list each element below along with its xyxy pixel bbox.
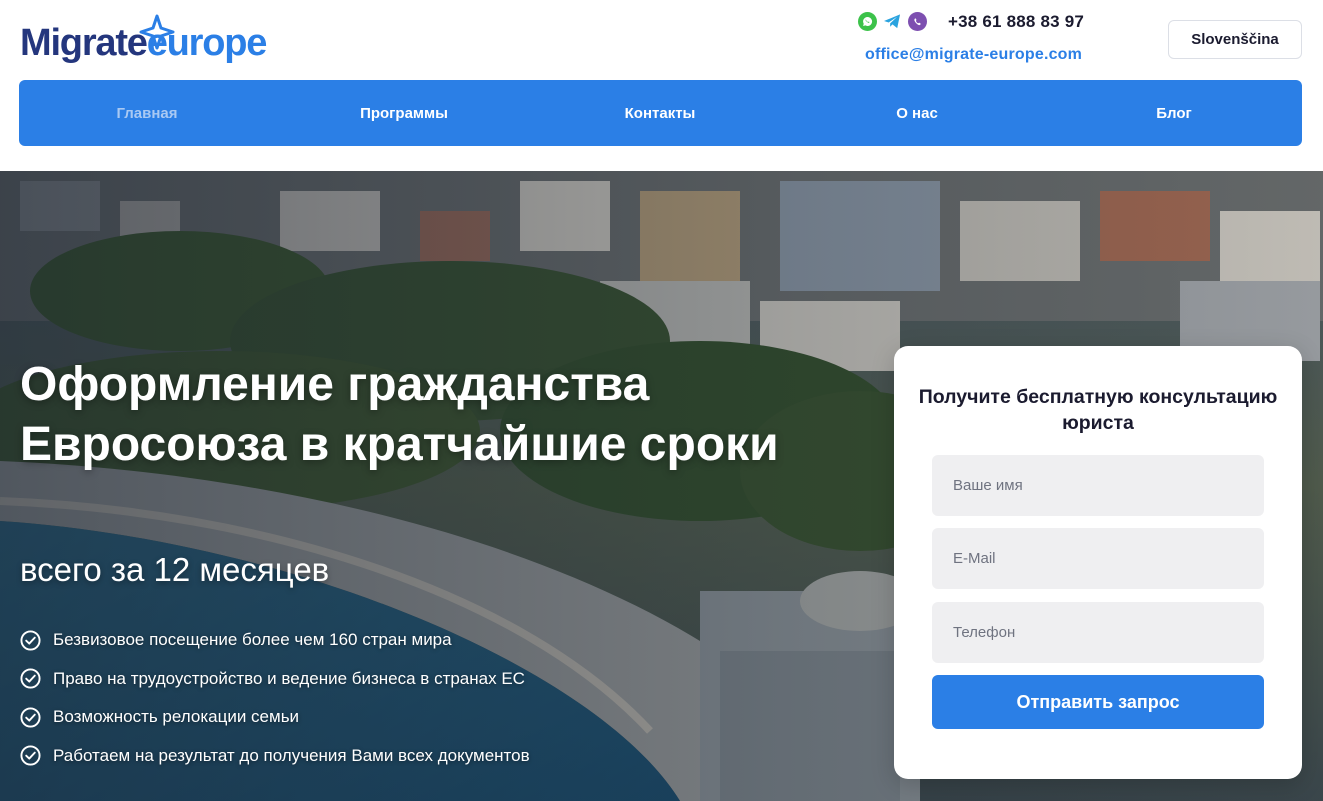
consultation-form: Получите бесплатную консультацию юриста … (894, 346, 1302, 779)
benefit-text: Право на трудоустройство и ведение бизне… (53, 668, 525, 688)
hero-subtitle: всего за 12 месяцев (20, 551, 330, 588)
nav-item-programs[interactable]: Программы (339, 80, 469, 146)
list-item: Возможность релокации семьи (20, 698, 530, 737)
submit-request-button[interactable]: Отправить запрос (932, 675, 1264, 729)
list-item: Безвизовое посещение более чем 160 стран… (20, 621, 530, 660)
messenger-icons (858, 12, 927, 31)
benefit-text: Безвизовое посещение более чем 160 стран… (53, 630, 452, 650)
main-nav: Главная Программы Контакты О нас Блог (19, 80, 1302, 146)
logo[interactable]: Migrateeurope (20, 14, 290, 70)
form-title: Получите бесплатную консультацию юриста (918, 386, 1278, 434)
phone-number[interactable]: +38 61 888 83 97 (948, 12, 1084, 32)
nav-item-contacts[interactable]: Контакты (595, 80, 725, 146)
site-header: Migrateeurope +38 61 888 83 97 office@mi… (0, 0, 1323, 171)
whatsapp-icon[interactable] (858, 12, 877, 31)
contacts-block: +38 61 888 83 97 office@migrate-europe.c… (858, 10, 1098, 70)
check-circle-icon (20, 745, 41, 766)
check-circle-icon (20, 707, 41, 728)
check-circle-icon (20, 668, 41, 689)
star-logo-icon (139, 14, 175, 50)
language-button[interactable]: Slovenščina (1168, 20, 1302, 59)
telegram-icon[interactable] (883, 12, 902, 31)
benefit-text: Возможность релокации семьи (53, 707, 300, 727)
email-link[interactable]: office@migrate-europe.com (865, 46, 1082, 64)
benefit-text: Работаем на результат до получения Вами … (53, 745, 530, 765)
hero-section: Оформление гражданства Евросоюза в кратч… (0, 171, 1323, 801)
nav-item-about[interactable]: О нас (852, 80, 982, 146)
logo-part-migrate: Migrate (20, 22, 148, 64)
viber-icon[interactable] (908, 12, 927, 31)
check-circle-icon (20, 630, 41, 651)
hero-title: Оформление гражданства Евросоюза в кратч… (20, 358, 779, 471)
list-item: Работаем на результат до получения Вами … (20, 737, 530, 776)
nav-item-home[interactable]: Главная (82, 80, 212, 146)
email-input[interactable] (932, 528, 1264, 589)
benefits-list: Безвизовое посещение более чем 160 стран… (20, 621, 530, 775)
list-item: Право на трудоустройство и ведение бизне… (20, 660, 530, 699)
phone-input[interactable] (932, 602, 1264, 663)
nav-item-blog[interactable]: Блог (1109, 80, 1239, 146)
name-input[interactable] (932, 455, 1264, 516)
